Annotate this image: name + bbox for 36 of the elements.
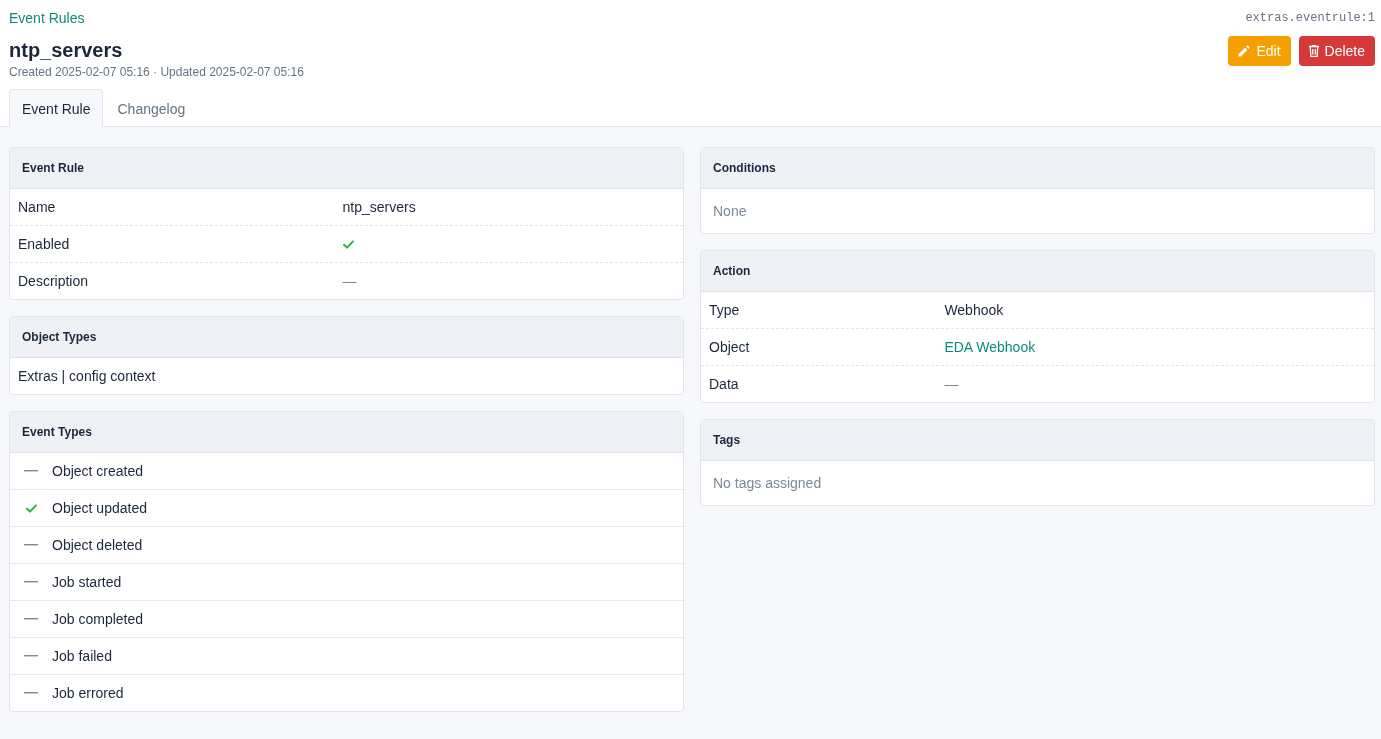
tab[interactable]: Event Rule [9,89,104,127]
attribute-label: Data [709,376,739,392]
value-link[interactable]: EDA Webhook [944,339,1036,355]
attribute-label: Description [18,273,89,289]
attribute-value: Webhook [944,302,1004,318]
page-title: ntp_servers [9,38,123,62]
delete-button[interactable]: Delete [1298,36,1375,66]
attribute-value: ntp_servers [342,199,416,215]
attribute-label: Type [709,302,740,318]
empty-value: — [342,273,357,289]
panel-title: Event Types [22,425,92,439]
attribute-label: Object [709,339,750,355]
event-type-label: Job errored [52,685,124,701]
pencil-icon [1238,45,1251,57]
panel-title: Conditions [713,161,776,175]
timestamps: Created 2025-02-07 05:16 · Updated 2025-02-07 05:16 [9,64,304,80]
panel-title: Event Rule [22,161,84,175]
event-type-label: Job failed [52,648,112,664]
tab[interactable]: Changelog [104,89,199,127]
attribute-label: Name [18,199,56,215]
attribute-label: Enabled [18,236,70,252]
breadcrumb-link[interactable]: Event Rules [9,8,85,28]
empty-message: None [713,203,747,219]
object-identifier: extras.eventrule:1 [1245,10,1375,27]
event-type-label: Job completed [52,611,144,627]
event-type-label: Object deleted [52,537,143,553]
trash-icon [1308,45,1319,57]
event-type-label: Object created [52,463,144,479]
event-type-label: Object updated [52,500,147,516]
panel-text: Extras | config context [18,368,156,384]
panel-title: Action [713,264,751,278]
empty-message: No tags assigned [713,475,822,491]
empty-value: — [944,376,959,392]
panel-title: Object Types [22,330,97,344]
event-type-label: Job started [52,574,122,590]
panel-title: Tags [713,433,741,447]
